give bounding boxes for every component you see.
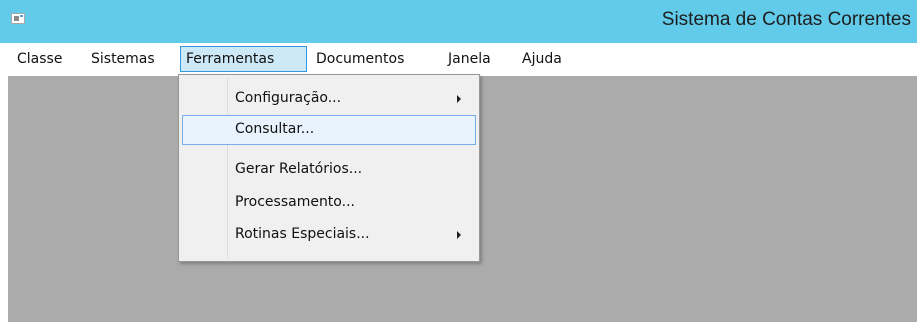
menu-item-processamento[interactable]: Processamento...: [182, 188, 476, 218]
window-border: [0, 76, 8, 322]
menu-item-rotinas-especiais[interactable]: Rotinas Especiais...: [182, 220, 476, 250]
submenu-arrow-icon: [457, 95, 461, 103]
window-title: Sistema de Contas Correntes: [661, 9, 911, 30]
menu-item-configuracao[interactable]: Configuração...: [182, 84, 476, 114]
app-window-icon[interactable]: [11, 13, 25, 24]
menu-item-label: Gerar Relatórios...: [235, 161, 363, 177]
menu-item-consultar[interactable]: Consultar...: [182, 115, 476, 145]
menu-sistemas[interactable]: Sistemas: [91, 46, 155, 72]
menu-item-label: Configuração...: [235, 90, 342, 106]
menu-documentos[interactable]: Documentos: [316, 46, 404, 72]
ferramentas-dropdown: Configuração... Consultar... Gerar Relat…: [178, 74, 480, 262]
menu-item-label: Rotinas Especiais...: [235, 226, 370, 242]
menu-item-label: Consultar...: [235, 121, 315, 137]
menu-item-gerar-relatorios[interactable]: Gerar Relatórios...: [182, 155, 476, 185]
menu-ferramentas[interactable]: Ferramentas: [180, 46, 307, 72]
menu-bar: Classe Sistemas Ferramentas Documentos J…: [0, 43, 917, 75]
menu-classe[interactable]: Classe: [17, 46, 62, 72]
title-bar[interactable]: Sistema de Contas Correntes: [0, 0, 917, 43]
submenu-arrow-icon: [457, 231, 461, 239]
menu-janela[interactable]: Janela: [448, 46, 491, 72]
menu-item-label: Processamento...: [235, 194, 355, 210]
menu-ajuda[interactable]: Ajuda: [522, 46, 562, 72]
